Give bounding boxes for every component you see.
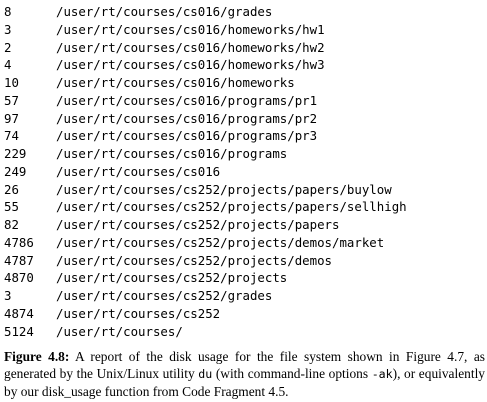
size-value: 3 <box>4 21 12 37</box>
size-value: 4786 <box>4 234 34 250</box>
caption-code: du <box>198 367 213 381</box>
listing-row: 3/user/rt/courses/cs016/homeworks/hw1 <box>4 21 484 39</box>
listing-row: 74/user/rt/courses/cs016/programs/pr3 <box>4 127 484 145</box>
size-value: 55 <box>4 199 19 215</box>
listing-row: 4870/user/rt/courses/cs252/projects <box>4 269 484 287</box>
listing-row: 5124/user/rt/courses/ <box>4 323 484 341</box>
listing-row: 3/user/rt/courses/cs252/grades <box>4 287 484 305</box>
path-value: /user/rt/courses/cs016/homeworks/hw3 <box>56 57 325 73</box>
listing-row: 97/user/rt/courses/cs016/programs/pr2 <box>4 110 484 128</box>
listing-row: 10/user/rt/courses/cs016/homeworks <box>4 74 484 92</box>
path-value: /user/rt/courses/cs252/projects/papers/b… <box>56 181 392 197</box>
listing-row: 229/user/rt/courses/cs016/programs <box>4 145 484 163</box>
size-value: 249 <box>4 163 27 179</box>
size-value: 26 <box>4 181 19 197</box>
size-value: 5124 <box>4 323 34 339</box>
listing-row: 2/user/rt/courses/cs016/homeworks/hw2 <box>4 39 484 57</box>
path-value: /user/rt/courses/cs252/projects <box>56 270 288 286</box>
path-value: /user/rt/courses/cs016/grades <box>56 4 273 19</box>
listing-row: 55/user/rt/courses/cs252/projects/papers… <box>4 198 484 216</box>
size-value: 4787 <box>4 252 34 268</box>
path-value: /user/rt/courses/cs016/programs/pr2 <box>56 110 318 126</box>
path-value: /user/rt/courses/cs252/projects/papers/s… <box>56 199 407 215</box>
size-value: 229 <box>4 146 27 161</box>
size-value: 82 <box>4 217 19 232</box>
size-value: 97 <box>4 110 19 126</box>
path-value: /user/rt/courses/cs016/programs/pr3 <box>56 128 318 144</box>
size-value: 2 <box>4 39 12 55</box>
path-value: /user/rt/courses/cs016/programs/pr1 <box>56 92 318 108</box>
listing-row: 249/user/rt/courses/cs016 <box>4 163 484 181</box>
path-value: /user/rt/courses/cs252/projects/demos/ma… <box>56 234 385 250</box>
listing-row: 57/user/rt/courses/cs016/programs/pr1 <box>4 92 484 110</box>
path-value: /user/rt/courses/cs016/programs <box>56 146 288 161</box>
listing-row: 4786/user/rt/courses/cs252/projects/demo… <box>4 234 484 252</box>
size-value: 4 <box>4 57 12 73</box>
path-value: /user/rt/courses/ <box>56 323 183 339</box>
path-value: /user/rt/courses/cs016/homeworks/hw2 <box>56 39 325 55</box>
caption-code: -ak <box>371 367 393 381</box>
path-value: /user/rt/courses/cs252/grades <box>56 288 273 303</box>
listing-row: 4/user/rt/courses/cs016/homeworks/hw3 <box>4 56 484 74</box>
disk-usage-listing: 8/user/rt/courses/cs016/grades 3/user/rt… <box>4 3 484 340</box>
caption-text: (with command-line options <box>212 366 372 381</box>
path-value: /user/rt/courses/cs252/projects/demos <box>56 252 333 268</box>
caption-label: Figure 4.8: <box>4 349 70 364</box>
listing-row: 4787/user/rt/courses/cs252/projects/demo… <box>4 252 484 270</box>
path-value: /user/rt/courses/cs016/homeworks/hw1 <box>56 21 325 37</box>
figure-caption: Figure 4.8: A report of the disk usage f… <box>4 348 485 400</box>
path-value: /user/rt/courses/cs016/homeworks <box>56 75 295 90</box>
listing-row: 82/user/rt/courses/cs252/projects/papers <box>4 216 484 234</box>
size-value: 3 <box>4 288 12 303</box>
size-value: 74 <box>4 128 19 144</box>
path-value: /user/rt/courses/cs016 <box>56 163 221 179</box>
listing-row: 26/user/rt/courses/cs252/projects/papers… <box>4 181 484 199</box>
size-value: 8 <box>4 4 12 19</box>
listing-row: 8/user/rt/courses/cs016/grades <box>4 3 484 21</box>
path-value: /user/rt/courses/cs252 <box>56 305 221 321</box>
size-value: 4874 <box>4 305 34 321</box>
size-value: 57 <box>4 92 19 108</box>
listing-row: 4874/user/rt/courses/cs252 <box>4 305 484 323</box>
path-value: /user/rt/courses/cs252/projects/papers <box>56 217 340 232</box>
size-value: 10 <box>4 75 19 90</box>
size-value: 4870 <box>4 270 34 286</box>
